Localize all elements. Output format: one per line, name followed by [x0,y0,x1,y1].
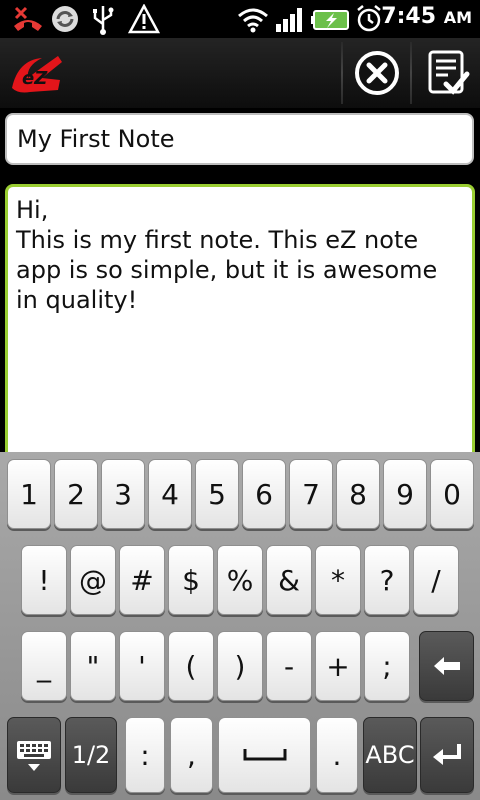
key-9[interactable]: 9 [383,459,427,529]
key-ampersand[interactable]: & [266,545,312,615]
key-5[interactable]: 5 [195,459,239,529]
space-bar-icon [243,749,286,761]
clock-time: 7:45 [381,4,437,29]
app-logo: eZ [12,56,62,93]
key-period[interactable]: . [316,717,358,793]
warning-icon [128,4,160,34]
symbols-page-key[interactable]: 1/2 [65,717,117,793]
key-6[interactable]: 6 [242,459,286,529]
soft-keyboard: 1 2 3 4 5 6 7 8 9 0 ! @ # $ % & * ? / _ … [0,452,480,800]
status-bar: 7:45 AM [0,0,480,38]
key-3[interactable]: 3 [101,459,145,529]
key-percent[interactable]: % [217,545,263,615]
svg-text:eZ: eZ [22,68,48,89]
key-double-quote[interactable]: " [70,631,116,701]
key-single-quote[interactable]: ' [119,631,165,701]
backspace-icon [433,657,460,675]
key-colon[interactable]: : [125,717,165,793]
note-title-field[interactable]: My First Note [5,113,474,165]
key-dollar[interactable]: $ [168,545,214,615]
key-0[interactable]: 0 [430,459,474,529]
key-7[interactable]: 7 [289,459,333,529]
clock-ampm: AM [443,8,472,27]
note-editor: My First Note Hi, This is my first note.… [0,108,480,464]
key-hash[interactable]: # [119,545,165,615]
divider [341,42,343,104]
enter-key[interactable] [420,717,474,793]
key-plus[interactable]: + [315,631,361,701]
battery-charging-icon [311,10,349,30]
key-semicolon[interactable]: ; [364,631,410,701]
missed-call-icon [14,6,42,31]
backspace-key[interactable] [419,631,474,701]
sync-icon [52,6,78,32]
usb-icon [93,6,114,35]
note-body-field[interactable]: Hi, This is my first note. This eZ note … [5,184,475,464]
cancel-icon [355,51,399,95]
key-8[interactable]: 8 [336,459,380,529]
cancel-button[interactable] [345,38,409,108]
wifi-icon [238,8,268,33]
action-bar: eZ [0,38,480,108]
key-1[interactable]: 1 [7,459,51,529]
alarm-icon [357,5,381,32]
enter-icon [433,744,461,765]
keyboard-hide-icon [17,741,51,771]
clock: 7:45 AM [381,4,472,29]
key-slash[interactable]: / [413,545,459,615]
key-underscore[interactable]: _ [21,631,67,701]
save-checklist-icon [428,50,470,95]
key-2[interactable]: 2 [54,459,98,529]
key-minus[interactable]: - [266,631,312,701]
space-key[interactable] [218,717,311,793]
key-close-paren[interactable]: ) [217,631,263,701]
key-at[interactable]: @ [70,545,116,615]
key-asterisk[interactable]: * [315,545,361,615]
key-comma[interactable]: , [170,717,213,793]
signal-icon [276,8,302,32]
key-open-paren[interactable]: ( [168,631,214,701]
save-button[interactable] [414,38,478,108]
abc-key[interactable]: ABC [363,717,417,793]
key-4[interactable]: 4 [148,459,192,529]
divider [410,42,412,104]
key-question[interactable]: ? [364,545,410,615]
keyboard-settings-key[interactable] [7,717,61,793]
key-exclamation[interactable]: ! [21,545,67,615]
